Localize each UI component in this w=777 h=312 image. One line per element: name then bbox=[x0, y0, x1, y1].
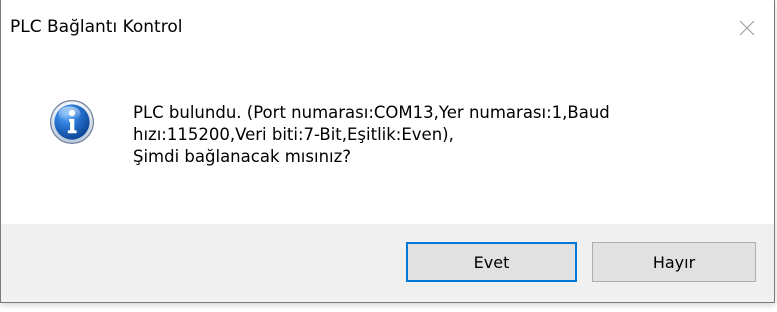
message-line-1: PLC bulundu. (Port numarası:COM13,Yer nu… bbox=[133, 103, 610, 122]
message-line-3: Şimdi bağlanacak mısınız? bbox=[133, 147, 352, 166]
title-bar: PLC Bağlantı Kontrol bbox=[1, 0, 774, 55]
yes-button[interactable]: Evet bbox=[406, 242, 577, 282]
message-dialog: PLC Bağlantı Kontrol PLC bulundu. (Port … bbox=[0, 0, 775, 303]
info-icon bbox=[49, 99, 95, 145]
close-button[interactable] bbox=[720, 0, 774, 55]
message-line-2: hızı:115200,Veri biti:7-Bit,Eşitlik:Even… bbox=[133, 125, 454, 144]
dialog-title: PLC Bağlantı Kontrol bbox=[10, 17, 183, 37]
no-button[interactable]: Hayır bbox=[592, 242, 756, 282]
dialog-content: PLC bulundu. (Port numarası:COM13,Yer nu… bbox=[1, 55, 774, 224]
close-icon bbox=[738, 19, 756, 37]
message-text: PLC bulundu. (Port numarası:COM13,Yer nu… bbox=[133, 102, 733, 168]
button-bar: Evet Hayır bbox=[1, 224, 774, 302]
